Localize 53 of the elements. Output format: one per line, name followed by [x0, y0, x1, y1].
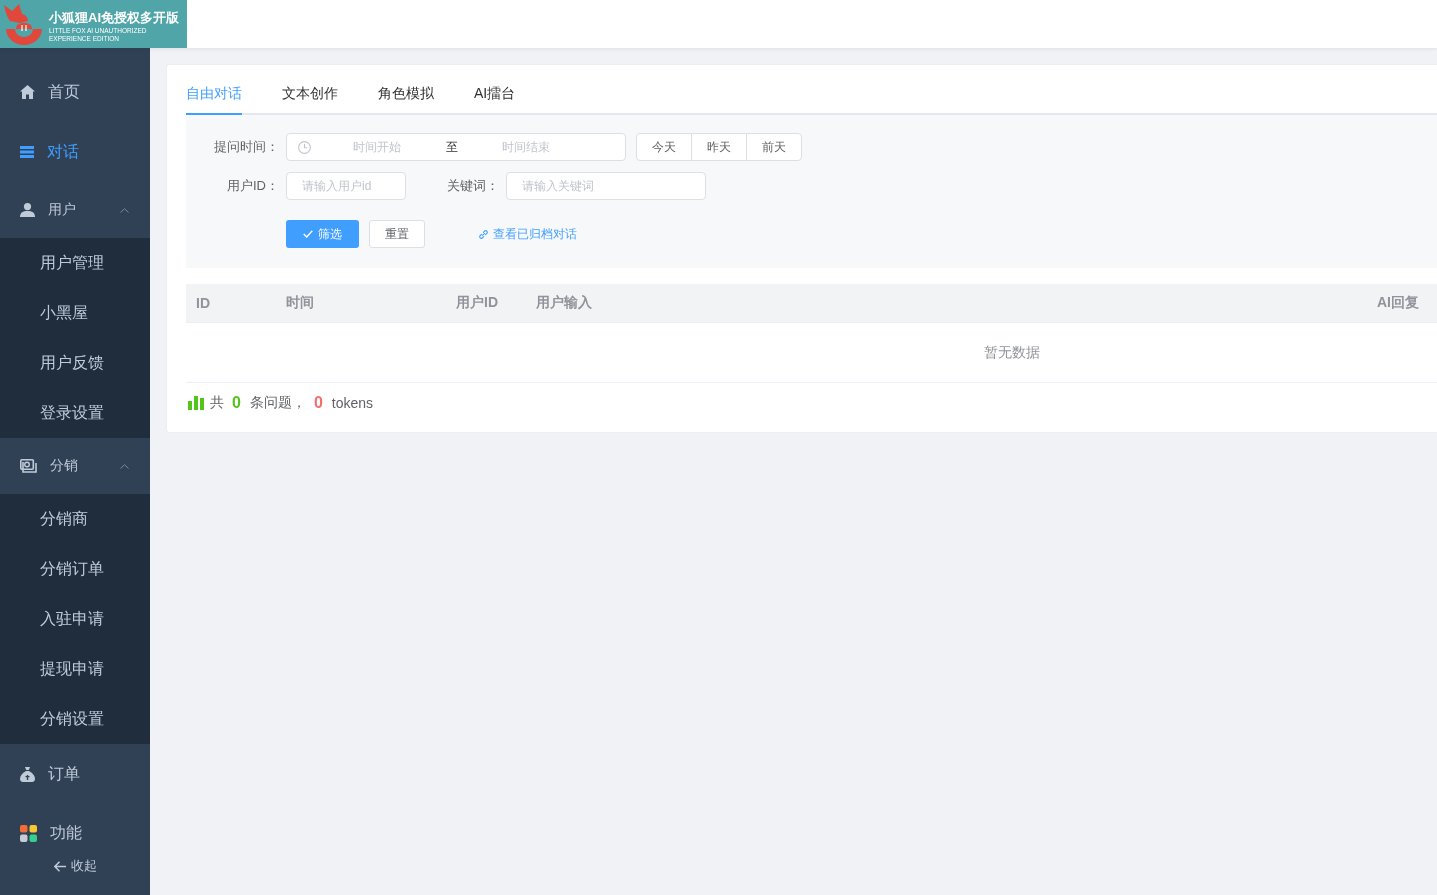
chevron-up-icon — [120, 463, 129, 469]
end-time-input[interactable]: 时间结束 — [460, 135, 592, 159]
submenu-item[interactable]: 分销商 — [0, 494, 150, 544]
field-label: 关键词： — [446, 177, 500, 195]
submenu-header[interactable]: 分销 — [0, 438, 150, 494]
submenu-item[interactable]: 提现申请 — [0, 644, 150, 694]
submenu-item[interactable]: 用户管理 — [0, 238, 150, 288]
quick-date-button[interactable]: 昨天 — [691, 133, 747, 161]
collapse-button[interactable]: 收起 — [53, 858, 97, 874]
menu-item[interactable]: 首页 — [0, 62, 150, 122]
empty-message: 暂无数据 — [983, 343, 1040, 362]
submenu-item[interactable]: 入驻申请 — [0, 594, 150, 644]
submenu-item[interactable]: 分销订单 — [0, 544, 150, 594]
column-header: 时间 — [285, 294, 315, 312]
start-time-input[interactable]: 时间开始 — [311, 135, 443, 159]
clock-icon — [298, 140, 311, 154]
reset-button[interactable]: 重置 — [369, 220, 425, 248]
chevron-up-icon — [120, 207, 129, 213]
user-id-input[interactable]: 请输入用户id — [286, 172, 406, 200]
tab[interactable]: 文本创作 — [282, 73, 338, 115]
logo-title: 小狐狸AI免授权多开版 — [49, 10, 180, 25]
column-header: ID — [195, 295, 211, 311]
keyword-input[interactable]: 请输入关键词 — [506, 172, 706, 200]
column-header: 用户输入 — [535, 294, 593, 312]
menu-item[interactable]: 功能 — [0, 804, 150, 858]
submenu-header[interactable]: 用户 — [0, 182, 150, 238]
summary-text: 共 0 条问题， 0 tokens — [210, 394, 374, 412]
arrow-left-icon — [53, 860, 66, 872]
tab[interactable]: AI擂台 — [474, 73, 516, 115]
submenu-item[interactable]: 登录设置 — [0, 388, 150, 438]
quick-date-button[interactable]: 今天 — [636, 133, 692, 161]
photo-card-icon — [20, 459, 37, 473]
menu-item[interactable]: 订单 — [0, 744, 150, 804]
quick-date-button[interactable]: 前天 — [746, 133, 802, 161]
submenu-item[interactable]: 小黑屋 — [0, 288, 150, 338]
column-header: AI回复 — [1376, 294, 1420, 312]
colored-tiles-icon — [20, 825, 37, 842]
field-label: 用户ID： — [226, 177, 280, 195]
check-icon — [303, 230, 313, 238]
bar-chart-icon — [188, 396, 204, 410]
tab[interactable]: 角色模拟 — [378, 73, 434, 115]
range-separator: 至 — [444, 138, 459, 156]
date-range-picker[interactable]: 时间开始 至 时间结束 — [286, 133, 626, 161]
menu-icon — [20, 146, 34, 158]
home-icon — [20, 85, 35, 99]
money-bag-icon — [20, 766, 35, 782]
submenu-item[interactable]: 用户反馈 — [0, 338, 150, 388]
user-icon — [20, 203, 35, 217]
menu-item[interactable]: 对话 — [0, 122, 150, 182]
submenu-item[interactable]: 分销设置 — [0, 694, 150, 744]
field-label: 提问时间： — [213, 138, 280, 156]
link-icon — [478, 228, 489, 240]
column-header: 用户ID — [455, 294, 499, 312]
